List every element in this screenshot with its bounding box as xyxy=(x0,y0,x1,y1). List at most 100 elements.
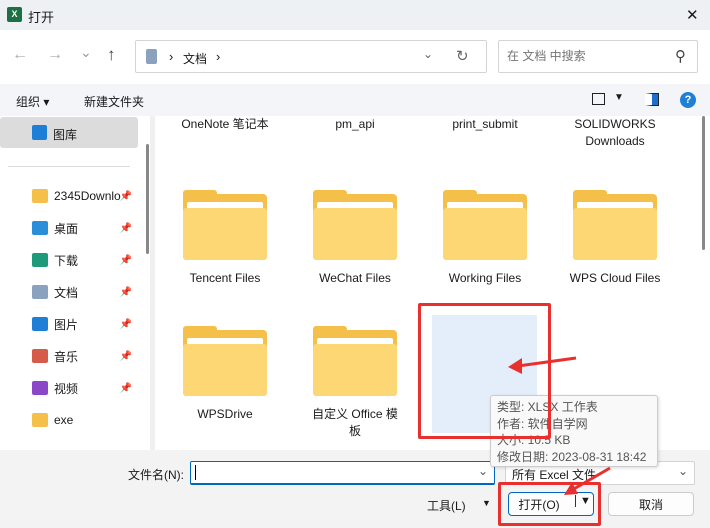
folder-icon xyxy=(313,190,397,260)
text-cursor xyxy=(195,465,196,480)
tools-dropdown-icon[interactable]: ▼ xyxy=(482,498,491,508)
recent-locations-button[interactable]: ⌄ xyxy=(80,44,92,61)
refresh-button[interactable]: ↻ xyxy=(456,47,469,65)
sidebar-item-label: 图片 xyxy=(54,317,79,332)
document-icon xyxy=(32,285,48,299)
breadcrumb-documents[interactable]: 文档 xyxy=(183,50,207,67)
cancel-button[interactable]: 取消 xyxy=(608,492,694,516)
file-name: pm_api xyxy=(335,117,375,131)
search-box[interactable]: ⚲ xyxy=(498,40,698,73)
sidebar-item-label: exe xyxy=(54,413,74,427)
pin-icon: 📌 xyxy=(119,222,132,234)
pin-icon: 📌 xyxy=(119,382,132,394)
divider xyxy=(8,166,130,167)
video-icon xyxy=(32,381,48,395)
folder-icon xyxy=(183,326,267,396)
file-item[interactable]: WPSDrive xyxy=(165,326,285,423)
sidebar-item-desktop[interactable]: 桌面 📌 xyxy=(0,214,140,242)
file-item[interactable]: OneNote 笔记本 xyxy=(165,116,285,133)
desktop-icon xyxy=(32,221,48,235)
view-icon[interactable] xyxy=(592,93,605,105)
sidebar-item-label: 2345Downlo xyxy=(54,189,121,203)
file-name: Tencent Files xyxy=(189,271,261,285)
search-input[interactable] xyxy=(507,49,667,63)
sidebar-item-label: 下载 xyxy=(54,253,79,268)
gallery-icon xyxy=(32,125,47,140)
main-scrollbar[interactable] xyxy=(702,116,705,250)
file-name: print_submit xyxy=(452,117,518,131)
sidebar-item-download[interactable]: 下载 📌 xyxy=(0,246,140,274)
breadcrumb-separator: › xyxy=(169,49,174,64)
file-name: WPSDrive xyxy=(197,407,253,421)
navigation-pane: 图库 2345Downlo 📌 桌面 📌 下载 📌 文档 📌 图片 📌 音乐 📌 视频 📌 exe xyxy=(0,116,150,450)
file-item[interactable]: print_submit xyxy=(425,116,545,133)
close-button[interactable]: ✕ xyxy=(686,6,699,24)
filename-field[interactable]: ⌄ xyxy=(190,461,495,485)
download-icon xyxy=(32,253,48,267)
folder-icon xyxy=(183,190,267,260)
sidebar-item-pictures[interactable]: 图片 📌 xyxy=(0,310,140,338)
file-name: WeChat Files xyxy=(319,271,391,285)
file-item[interactable]: Working Files xyxy=(425,190,545,287)
back-button[interactable]: ← xyxy=(12,46,28,64)
annotation-box-open xyxy=(498,482,601,526)
file-name: 自定义 Office 模板 xyxy=(312,407,398,438)
tools-menu[interactable]: 工具(L) xyxy=(427,497,466,514)
file-item[interactable]: SOLIDWORKS Downloads xyxy=(555,116,675,150)
folder-icon xyxy=(573,190,657,260)
file-item[interactable]: WPS Cloud Files xyxy=(555,190,675,287)
navigation-bar: ← → ⌄ ↑ › 文档 › ⌄ ↻ ⚲ xyxy=(0,30,710,84)
sidebar-item-label: 音乐 xyxy=(54,349,79,364)
file-name: Working Files xyxy=(448,271,522,285)
music-icon xyxy=(32,349,48,363)
folder-icon xyxy=(32,189,48,203)
folder-icon xyxy=(443,190,527,260)
view-dropdown-icon[interactable]: ▼ xyxy=(614,92,624,103)
file-item[interactable]: 自定义 Office 模板 xyxy=(295,326,415,440)
organize-menu[interactable]: 组织 ▾ xyxy=(16,93,49,110)
excel-icon: X xyxy=(7,7,22,22)
window-title: 打开 xyxy=(28,10,55,25)
sidebar-item-label: 图库 xyxy=(53,128,78,142)
sidebar-item-video[interactable]: 视频 📌 xyxy=(0,374,140,402)
folder-icon xyxy=(313,326,397,396)
file-item[interactable]: Tencent Files xyxy=(165,190,285,287)
file-item[interactable]: pm_api xyxy=(295,116,415,133)
new-folder-button[interactable]: 新建文件夹 xyxy=(84,93,144,110)
preview-pane-icon[interactable] xyxy=(645,93,659,106)
file-item[interactable]: WeChat Files xyxy=(295,190,415,287)
file-name: SOLIDWORKS Downloads xyxy=(574,117,656,148)
title-bar: X 打开 ✕ xyxy=(0,0,710,30)
pin-icon: 📌 xyxy=(119,254,132,266)
help-icon[interactable]: ? xyxy=(680,92,696,108)
command-bar: 组织 ▾ 新建文件夹 ▼ ? xyxy=(0,84,710,116)
documents-icon xyxy=(146,49,157,64)
file-type-dropdown-icon: ⌄ xyxy=(678,464,689,478)
address-bar[interactable]: › 文档 › ⌄ ↻ xyxy=(135,40,487,73)
sidebar-item-document[interactable]: 文档 📌 xyxy=(0,278,140,306)
sidebar-item-label: 视频 xyxy=(54,381,79,396)
file-name: WPS Cloud Files xyxy=(569,271,661,285)
file-type-value: 所有 Excel 文件 xyxy=(512,468,597,482)
forward-button[interactable]: → xyxy=(47,46,63,64)
filename-label: 文件名(N): xyxy=(128,468,184,482)
sidebar-scrollbar[interactable] xyxy=(146,144,149,254)
up-button[interactable]: ↑ xyxy=(107,45,116,65)
sidebar-item-folder[interactable]: exe xyxy=(0,406,140,434)
breadcrumb-separator[interactable]: › xyxy=(216,49,220,64)
folder-icon xyxy=(32,413,48,427)
pictures-icon xyxy=(32,317,48,331)
search-icon[interactable]: ⚲ xyxy=(675,47,686,65)
annotation-box-file xyxy=(418,303,551,439)
pin-icon: 📌 xyxy=(119,350,132,362)
sidebar-item-gallery[interactable]: 图库 xyxy=(0,117,138,148)
pin-icon: 📌 xyxy=(119,190,132,202)
tooltip-modified: 修改日期: 2023-08-31 18:42 xyxy=(497,449,647,464)
pin-icon: 📌 xyxy=(119,318,132,330)
file-name: OneNote 笔记本 xyxy=(181,117,269,131)
filename-dropdown-icon[interactable]: ⌄ xyxy=(478,464,488,478)
sidebar-item-label: 文档 xyxy=(54,285,79,300)
address-dropdown-icon[interactable]: ⌄ xyxy=(423,47,433,61)
sidebar-item-folder[interactable]: 2345Downlo 📌 xyxy=(0,182,140,210)
sidebar-item-music[interactable]: 音乐 📌 xyxy=(0,342,140,370)
